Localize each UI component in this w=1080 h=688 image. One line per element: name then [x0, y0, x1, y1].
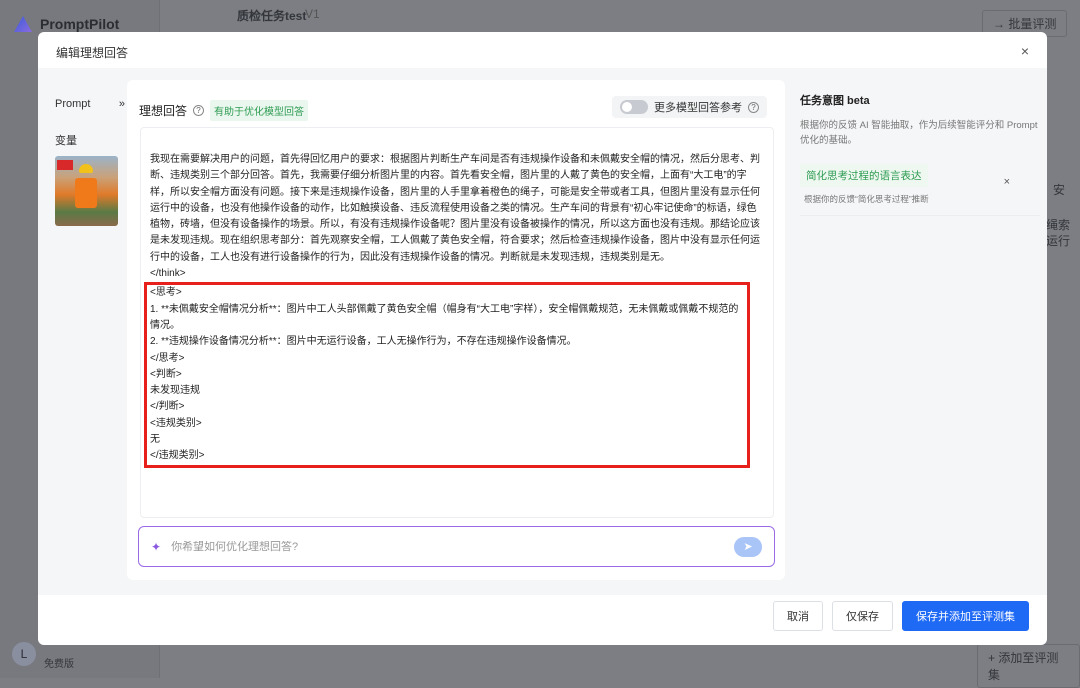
answer-line: <思考>: [150, 287, 182, 299]
answer-line: </思考>: [150, 352, 185, 364]
modal-body: Prompt » 变量 理想回答 ? 有助于优化模型回答 更多模型回答参考 ? 我…: [38, 68, 1047, 595]
logo-icon: [14, 16, 32, 32]
user-tier: 免费版: [44, 659, 74, 670]
answer-header: 理想回答 ? 有助于优化模型回答: [139, 100, 309, 121]
intent-description: 根据你的反馈 AI 智能抽取，作为后续智能评分和 Prompt 优化的基础。: [800, 120, 1038, 146]
hint-tag: 有助于优化模型回答: [210, 100, 309, 121]
send-icon[interactable]: ➤: [734, 536, 762, 557]
variables-label: 变量: [55, 135, 77, 147]
help-icon[interactable]: ?: [748, 101, 759, 113]
task-intent-panel: 任务意图 beta 根据你的反馈 AI 智能抽取，作为后续智能评分和 Promp…: [800, 92, 1040, 216]
expand-icon[interactable]: »: [119, 98, 125, 110]
variable-image-thumbnail[interactable]: [55, 156, 118, 226]
remove-intent-icon[interactable]: ×: [1004, 176, 1010, 188]
bg-text: 安: [1053, 183, 1066, 197]
think-close-tag: </think>: [150, 268, 186, 280]
highlighted-answer: <思考> 1. **未佩戴安全帽情况分析**：图片中工人头部佩戴了黄色安全帽（帽…: [144, 282, 750, 468]
answer-line: 1. **未佩戴安全帽情况分析**：图片中工人头部佩戴了黄色安全帽（帽身有“大工…: [150, 303, 739, 331]
save-only-button[interactable]: 仅保存: [832, 601, 893, 631]
modal-title: 编辑理想回答: [56, 46, 129, 60]
add-to-eval-button[interactable]: + 添加至评测集: [977, 644, 1080, 688]
intent-title: 任务意图 beta: [800, 95, 870, 107]
more-models-toggle-group: 更多模型回答参考 ?: [612, 96, 767, 118]
version-select[interactable]: V1: [305, 7, 320, 21]
answer-title: 理想回答: [139, 104, 188, 118]
app-logo: PromptPilot: [14, 16, 119, 32]
task-title: 质检任务test: [237, 9, 307, 23]
optimize-input[interactable]: [171, 540, 724, 553]
answer-line: </判断>: [150, 401, 185, 413]
intent-item-title: 简化思考过程的语言表达: [800, 164, 928, 187]
left-panel: Prompt » 变量: [55, 98, 125, 226]
close-icon[interactable]: ×: [1021, 43, 1029, 59]
avatar[interactable]: L: [12, 642, 36, 666]
answer-line: <判断>: [150, 368, 182, 380]
prompt-toggle[interactable]: Prompt »: [55, 98, 125, 110]
bg-text: 运行: [1046, 234, 1071, 248]
intent-item-source: 根据你的反馈“简化思考过程”推断: [804, 194, 929, 204]
edit-ideal-answer-modal: 编辑理想回答 × Prompt » 变量 理想回答 ? 有助于优化模型回答 更多模…: [38, 32, 1047, 645]
ideal-answer-card: 理想回答 ? 有助于优化模型回答 更多模型回答参考 ? 我现在需要解决用户的问题…: [127, 80, 785, 580]
prompt-label: Prompt: [55, 98, 91, 110]
add-to-eval-label: 添加至评测集: [988, 651, 1059, 682]
modal-footer: 取消 仅保存 保存并添加至评测集: [773, 601, 1029, 631]
app-name: PromptPilot: [40, 16, 120, 32]
toggle-label: 更多模型回答参考: [654, 102, 742, 114]
answer-line: <违规类别>: [150, 417, 202, 429]
answer-line: 无: [150, 434, 160, 446]
optimize-input-box: ✦ ➤: [138, 526, 775, 567]
answer-line: </违规类别>: [150, 450, 205, 462]
think-text: 我现在需要解决用户的问题，首先得回忆用户的要求：根据图片判断生产车间是否有违规操…: [150, 154, 760, 263]
answer-line: 未发现违规: [150, 385, 200, 397]
batch-eval-label: 批量评测: [1008, 17, 1057, 31]
more-models-toggle[interactable]: [620, 100, 648, 114]
help-icon[interactable]: ?: [193, 105, 205, 116]
bg-text: 绳索: [1046, 218, 1071, 232]
save-and-add-button[interactable]: 保存并添加至评测集: [902, 601, 1029, 631]
answer-line: 2. **违规操作设备情况分析**：图片中无运行设备，工人无操作行为，不存在违规…: [150, 336, 577, 348]
magic-wand-icon: ✦: [151, 539, 162, 554]
intent-item: 简化思考过程的语言表达 根据你的反馈“简化思考过程”推断 ×: [800, 164, 1040, 216]
cancel-button[interactable]: 取消: [773, 601, 823, 631]
answer-editor[interactable]: 我现在需要解决用户的问题，首先得回忆用户的要求：根据图片判断生产车间是否有违规操…: [140, 127, 774, 518]
